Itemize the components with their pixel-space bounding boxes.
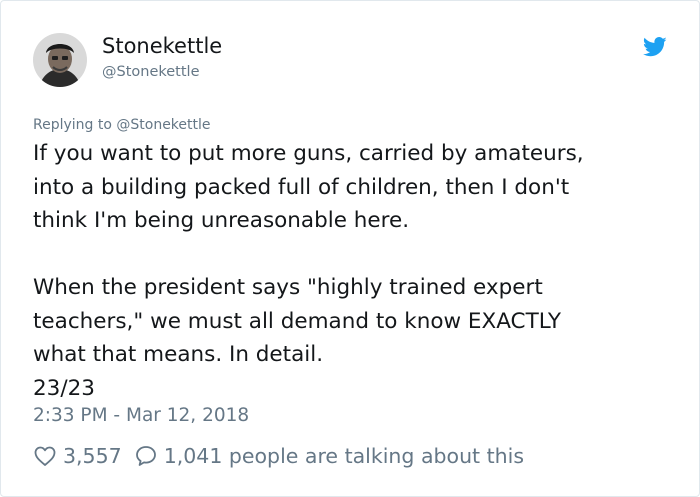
tweet-timestamp[interactable]: 2:33 PM - Mar 12, 2018 bbox=[33, 405, 249, 426]
tweet-text: If you want to put more guns, carried by… bbox=[33, 141, 584, 401]
like-count[interactable]: 3,557 bbox=[63, 444, 122, 468]
replies-talking-text[interactable]: 1,041 people are talking about this bbox=[164, 444, 524, 468]
replying-to-text[interactable]: Replying to @Stonekettle bbox=[33, 117, 211, 133]
avatar[interactable] bbox=[33, 33, 87, 87]
heart-icon[interactable] bbox=[33, 444, 57, 468]
display-name[interactable]: Stonekettle bbox=[102, 34, 222, 58]
speech-bubble-icon[interactable] bbox=[134, 444, 158, 468]
user-handle[interactable]: @Stonekettle bbox=[102, 64, 200, 80]
tweet-card: Stonekettle @Stonekettle Replying to @St… bbox=[0, 0, 700, 497]
tweet-stats: 3,557 1,041 people are talking about thi… bbox=[33, 441, 524, 471]
twitter-bird-icon[interactable] bbox=[643, 37, 667, 57]
